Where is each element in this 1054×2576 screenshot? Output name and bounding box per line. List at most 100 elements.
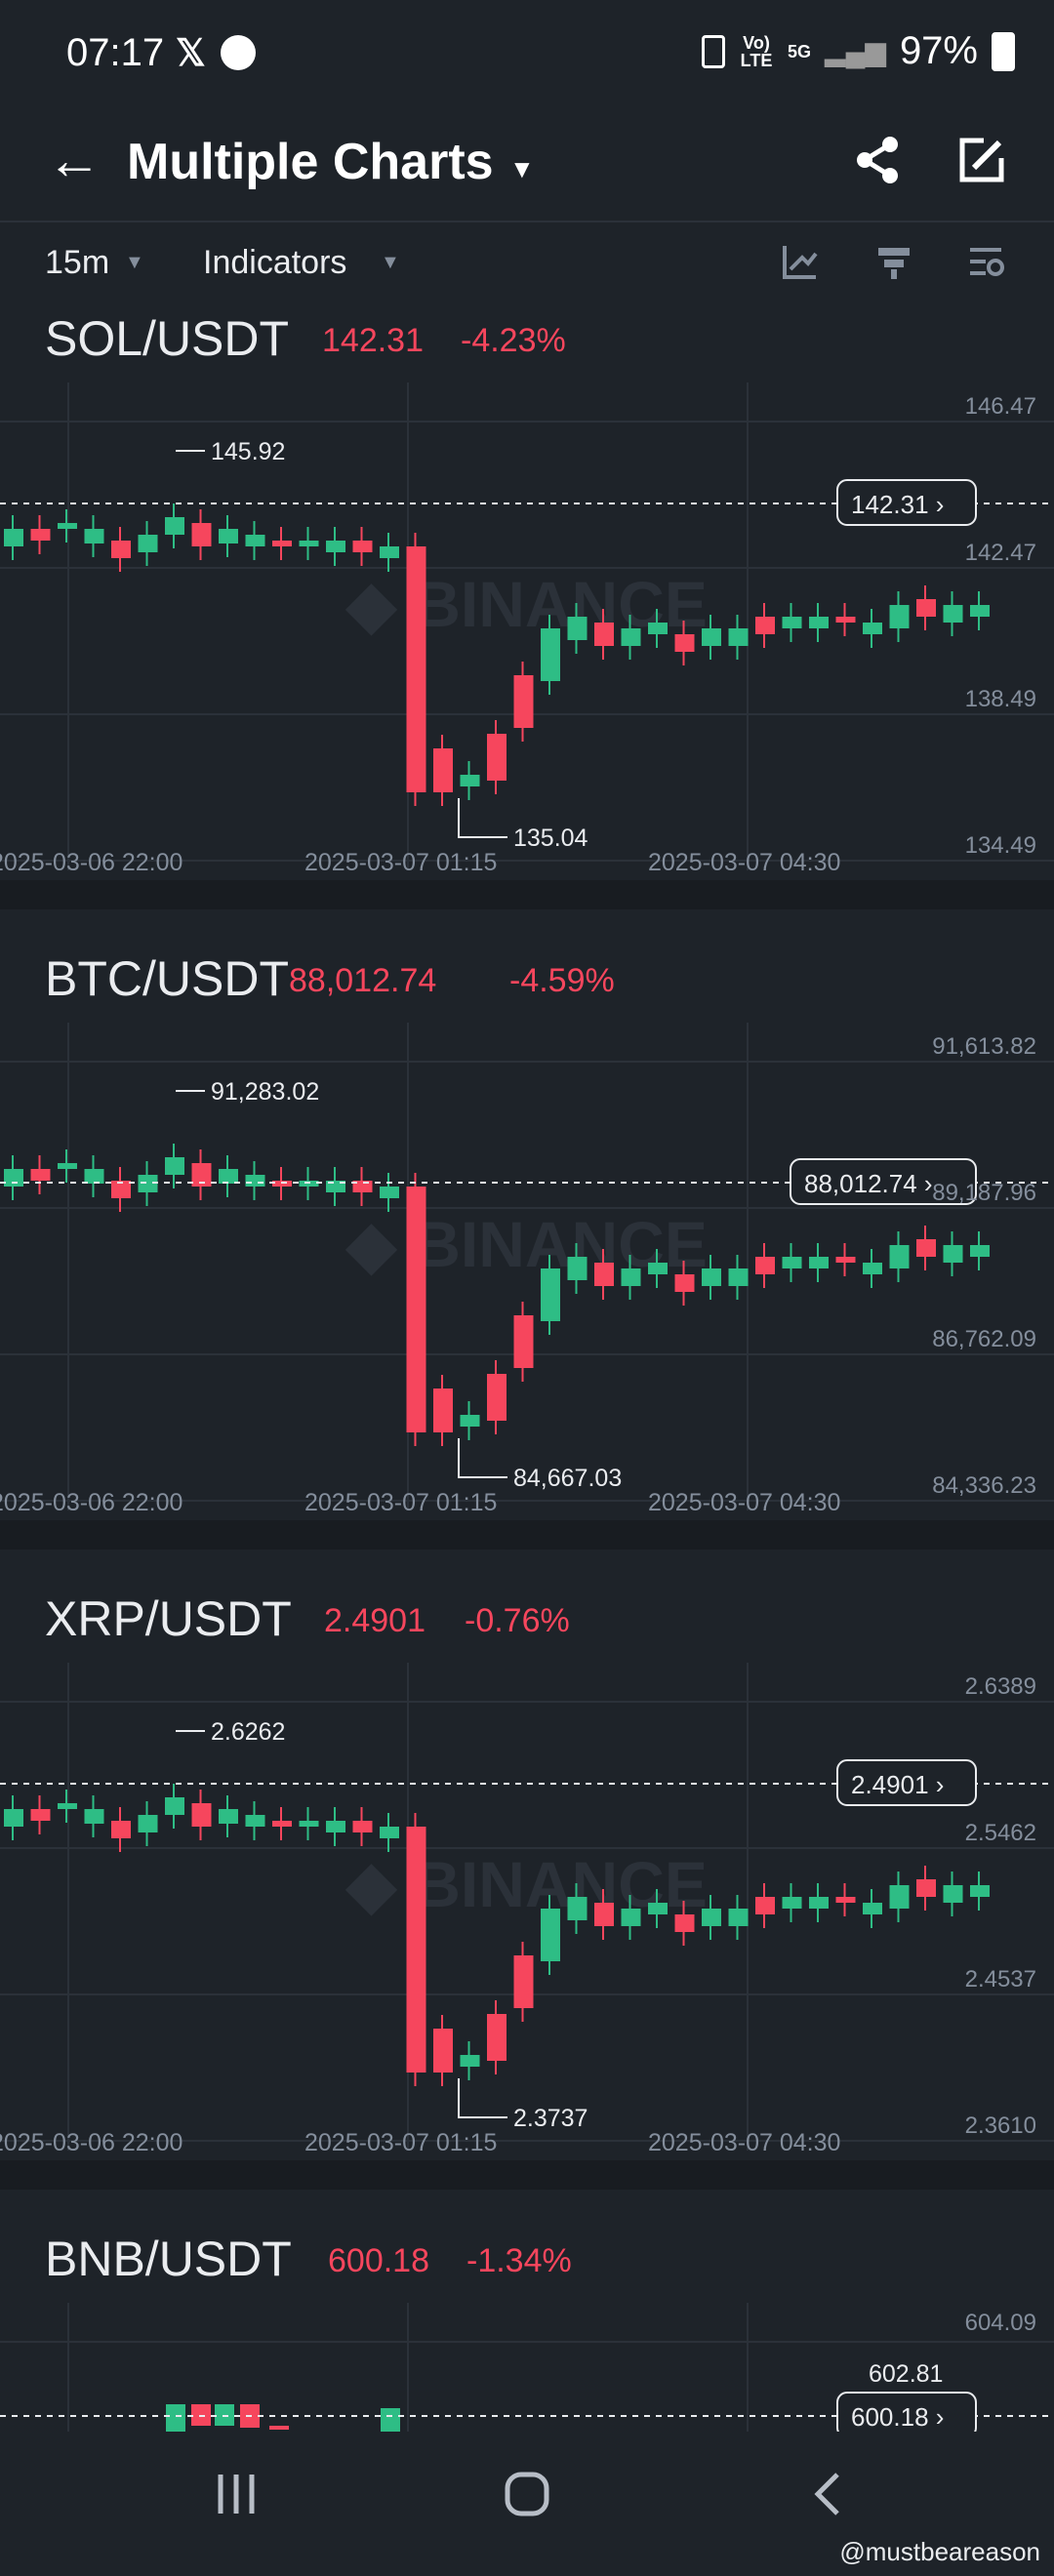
nav-back-icon[interactable] [806,2471,853,2517]
candlestick-chart[interactable]: ◆ BINANCE88,012.74 ›91,613.8289,187.9686… [0,1023,1054,1520]
candle [728,628,749,646]
candle [326,541,345,552]
candlestick-chart[interactable]: ◆ BINANCE142.31 ›146.47142.47138.49134.4… [0,382,1054,880]
candle [889,1885,910,1909]
candle [943,1245,963,1263]
candlestick-chart[interactable]: ◆ BINANCE2.4901 ›2.63892.54622.45372.361… [0,1663,1054,2160]
candle [406,1187,426,1432]
chevron-down-icon[interactable]: ▼ [381,252,400,274]
back-arrow-icon[interactable]: ← [47,133,101,187]
pair-name[interactable]: BTC/USDT [45,950,289,1007]
chart-panel[interactable]: SOL/USDT 142.31 -4.23% ◆ BINANCE 142.31 › 146… [0,310,1054,880]
candle [165,517,184,535]
x-axis-label: 2025-03-06 22:00 [0,849,182,876]
5g-label: 5G [788,41,812,61]
candle [487,2014,507,2061]
candle [889,1245,910,1268]
low-label: 135.04 [513,825,588,852]
candle [84,1809,104,1824]
candle [245,535,265,546]
edit-icon[interactable] [954,133,1009,187]
pair-name[interactable]: SOL/USDT [45,310,289,367]
x-axis-label: 2025-03-06 22:00 [0,1489,182,1516]
candle [702,628,721,646]
candle [809,617,829,628]
y-axis-label: 138.49 [965,686,1036,712]
candle [835,617,856,623]
chart-type-icon[interactable] [872,240,915,283]
chevron-down-icon[interactable]: ▼ [509,154,535,184]
battery-percent: 97% [899,29,978,72]
candle [970,1885,990,1897]
candle [245,1815,265,1827]
candle [809,1897,829,1909]
candle [541,1268,560,1321]
candle [460,1415,480,1427]
x-axis-label: 2025-03-07 01:15 [304,1489,497,1516]
candle [84,1169,104,1184]
current-price-label: 2.4901 › [851,1770,944,1799]
current-price-label: 142.31 › [851,490,944,519]
candle [58,1163,77,1169]
candle [782,617,802,628]
candle [111,1821,131,1838]
pair-name[interactable]: BNB/USDT [45,2231,292,2287]
candle [138,1815,158,1832]
candle [621,1268,641,1286]
candle [648,623,668,634]
account-icon [221,35,256,70]
last-price: 600.18 [328,2242,429,2279]
candle [30,1809,51,1821]
current-price-label: 600.18 › [851,2402,944,2432]
candle [299,1821,319,1827]
x-axis-label: 2025-03-07 04:30 [648,849,840,876]
candle [380,1827,399,1838]
candle [567,617,588,640]
battery-saver-icon [702,34,726,68]
last-price: 88,012.74 [289,962,437,999]
candle [755,617,775,634]
chevron-down-icon[interactable]: ▼ [125,252,144,274]
chart-panel[interactable]: BTC/USDT 88,012.74 -4.59% ◆ BINANCE 88,012.7… [0,950,1054,1520]
candle [594,1903,614,1926]
high-label: 145.92 [211,438,285,465]
candle [84,529,104,543]
drawing-tool-icon[interactable] [779,240,822,283]
share-icon[interactable] [851,133,906,187]
candle [943,1885,963,1903]
last-price: 142.31 [322,322,424,359]
panel-divider [0,1520,1054,1550]
candle [406,546,426,792]
status-right: Vo) LTE 5G ▂▄▆ 97% [702,29,1015,73]
price-change: -4.23% [461,322,566,359]
page-title[interactable]: Multiple Charts [127,133,494,191]
candle [809,1257,829,1268]
candle [648,1903,668,1914]
candle [621,1909,641,1926]
candle [970,1245,990,1257]
candle [326,1821,345,1832]
low-label: 2.3737 [513,2105,588,2132]
candle [219,1809,238,1824]
indicators-selector[interactable]: Indicators [203,244,346,282]
recent-apps-icon[interactable] [213,2471,260,2517]
low-marker-line [458,2078,507,2118]
candle [702,1268,721,1286]
home-icon[interactable] [504,2471,550,2517]
settings-icon[interactable] [964,240,1007,283]
candle [166,2404,185,2432]
interval-selector[interactable]: 15m [45,244,109,282]
signal-icon: ▂▄▆ [825,36,886,66]
x-axis-label: 2025-03-07 04:30 [648,1489,840,1516]
x-axis-label: 2025-03-07 04:30 [648,2129,840,2156]
y-axis-label: 142.47 [965,540,1036,566]
chart-panel[interactable]: XRP/USDT 2.4901 -0.76% ◆ BINANCE 2.4901 › 2.6… [0,1590,1054,2160]
candle [863,1903,882,1914]
pair-name[interactable]: XRP/USDT [45,1590,292,1647]
candle [943,605,963,623]
low-marker-line [458,1438,507,1478]
candle [541,1909,560,1961]
candle [433,2029,453,2073]
candle [352,541,373,552]
y-axis-label: 89,187.96 [932,1180,1036,1206]
